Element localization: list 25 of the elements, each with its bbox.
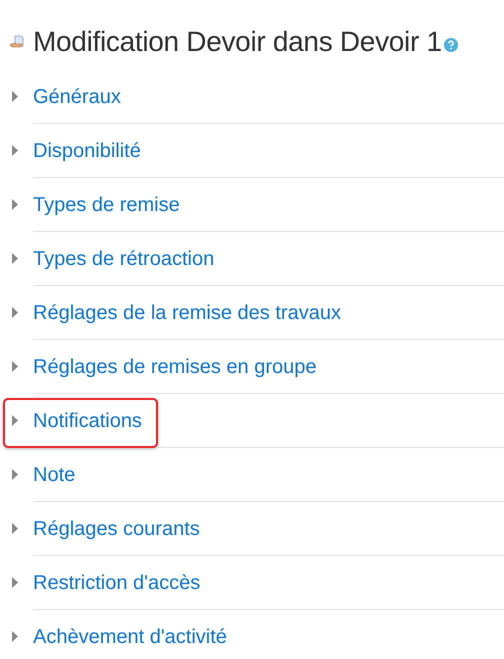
section-link[interactable]: Types de remise	[33, 190, 180, 220]
caret-icon[interactable]	[12, 469, 19, 480]
section-link[interactable]: Réglages de la remise des travaux	[33, 298, 341, 328]
caret-icon[interactable]	[12, 523, 19, 534]
section-link[interactable]: Disponibilité	[33, 136, 141, 166]
caret-icon[interactable]	[12, 631, 19, 642]
page-title: Modification Devoir dans Devoir 1	[33, 25, 442, 59]
section-link[interactable]: Achèvement d'activité	[33, 622, 227, 652]
section-link[interactable]: Restriction d'accès	[33, 568, 200, 598]
section-link[interactable]: Note	[33, 460, 76, 490]
caret-icon[interactable]	[12, 307, 19, 318]
assignment-icon	[9, 34, 25, 50]
caret-icon[interactable]	[12, 361, 19, 372]
caret-icon[interactable]	[12, 415, 19, 426]
caret-icon[interactable]	[12, 145, 19, 156]
section-link[interactable]: Notifications	[33, 406, 142, 436]
caret-icon[interactable]	[12, 253, 19, 264]
section-link[interactable]: Réglages courants	[33, 514, 200, 544]
section-link[interactable]: Réglages de remises en groupe	[33, 352, 317, 382]
section-link[interactable]: Types de rétroaction	[33, 244, 214, 274]
help-icon[interactable]	[444, 38, 458, 52]
caret-icon[interactable]	[12, 577, 19, 588]
section-link[interactable]: Généraux	[33, 82, 121, 112]
caret-icon[interactable]	[12, 91, 19, 102]
caret-icon[interactable]	[12, 199, 19, 210]
